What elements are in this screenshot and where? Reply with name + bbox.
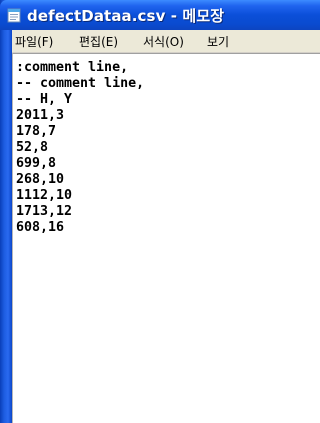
text-line: :comment line, <box>16 60 129 75</box>
title-bar[interactable]: defectDataa.csv - 메모장 <box>0 0 320 30</box>
notepad-icon[interactable] <box>7 8 21 23</box>
menu-edit[interactable]: 편집(E) <box>79 33 118 50</box>
text-editor[interactable]: :comment line, -- comment line, -- H, Y … <box>12 53 320 423</box>
text-line: 268,10 <box>16 172 65 187</box>
menu-bar: 파일(F) 편집(E) 서식(O) 보기 <box>12 30 320 53</box>
window-frame-left <box>0 0 12 423</box>
menu-view[interactable]: 보기 <box>207 33 229 50</box>
notepad-window: defectDataa.csv - 메모장 파일(F) 편집(E) 서식(O) … <box>0 0 320 423</box>
text-line: 608,16 <box>16 220 65 235</box>
text-line: 2011,3 <box>16 108 65 123</box>
menu-file[interactable]: 파일(F) <box>15 33 53 50</box>
text-line: -- H, Y <box>16 92 73 107</box>
text-line: 178,7 <box>16 124 57 139</box>
text-line: 699,8 <box>16 156 57 171</box>
window-title: defectDataa.csv - 메모장 <box>27 7 225 25</box>
text-line: 1713,12 <box>16 204 73 219</box>
menu-format[interactable]: 서식(O) <box>143 33 184 50</box>
text-line: 52,8 <box>16 140 49 155</box>
text-line: 1112,10 <box>16 188 73 203</box>
text-line: -- comment line, <box>16 76 145 91</box>
